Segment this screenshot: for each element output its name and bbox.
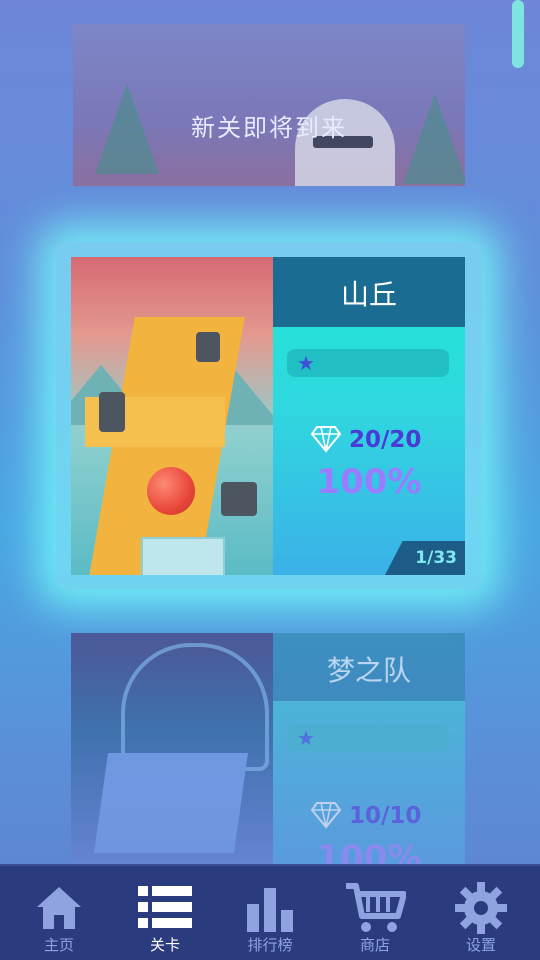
bottom-nav: 主页 关卡 排行榜 商店 设置 (0, 864, 540, 960)
nav-label: 关卡 (149, 936, 180, 954)
hammer-obstacle (221, 482, 257, 516)
cart-icon (321, 880, 429, 936)
home-icon (5, 880, 113, 936)
gem-count: 20/20 (349, 427, 422, 453)
gear-icon (427, 880, 535, 936)
nav-leaderboard[interactable]: 排行榜 (216, 866, 324, 960)
star-icon: ★ (297, 726, 315, 750)
star-icon: ★ (297, 351, 315, 375)
level-title: 梦之队 (326, 654, 411, 687)
level-index-tag: 1/33 (385, 541, 465, 575)
coming-soon-title: 新关即将到来 (191, 114, 347, 142)
nav-shop[interactable]: 商店 (321, 866, 429, 960)
completion-percent: 100% (316, 462, 422, 502)
scrollbar[interactable] (512, 0, 524, 68)
gem-count: 10/10 (349, 803, 422, 829)
level-title: 山丘 (340, 278, 397, 311)
nav-home[interactable]: 主页 (5, 866, 113, 960)
level-thumbnail (71, 257, 273, 575)
level-index: 1/33 (415, 548, 457, 568)
dome-decoration (121, 643, 269, 771)
list-icon (111, 880, 219, 936)
nav-label: 排行榜 (247, 936, 293, 954)
level-card-current[interactable]: 山丘 ★ 20/20 100% 1/33 (71, 257, 465, 575)
level-info-panel: 梦之队 ★ 10/10 100% (273, 633, 465, 873)
nav-label: 设置 (465, 936, 496, 954)
level-thumbnail (71, 633, 273, 873)
level-header: 山丘 (273, 257, 465, 327)
track-path (93, 753, 249, 853)
nav-label: 主页 (43, 936, 74, 954)
nav-settings[interactable]: 设置 (427, 866, 535, 960)
level-card-next[interactable]: 梦之队 ★ 10/10 100% (71, 633, 465, 873)
hammer-obstacle (196, 332, 220, 362)
nav-label: 商店 (359, 936, 390, 954)
glass-tile (141, 537, 225, 575)
diamond-icon (311, 801, 341, 829)
bar-chart-icon (216, 880, 324, 936)
level-info-panel: 山丘 ★ 20/20 100% 1/33 (273, 257, 465, 575)
level-header: 梦之队 (273, 633, 465, 701)
hammer-obstacle (99, 392, 125, 432)
ball-image (147, 467, 195, 515)
nav-levels[interactable]: 关卡 (111, 866, 219, 960)
diamond-icon (311, 425, 341, 453)
coming-soon-card: 新关即将到来 (73, 24, 465, 186)
